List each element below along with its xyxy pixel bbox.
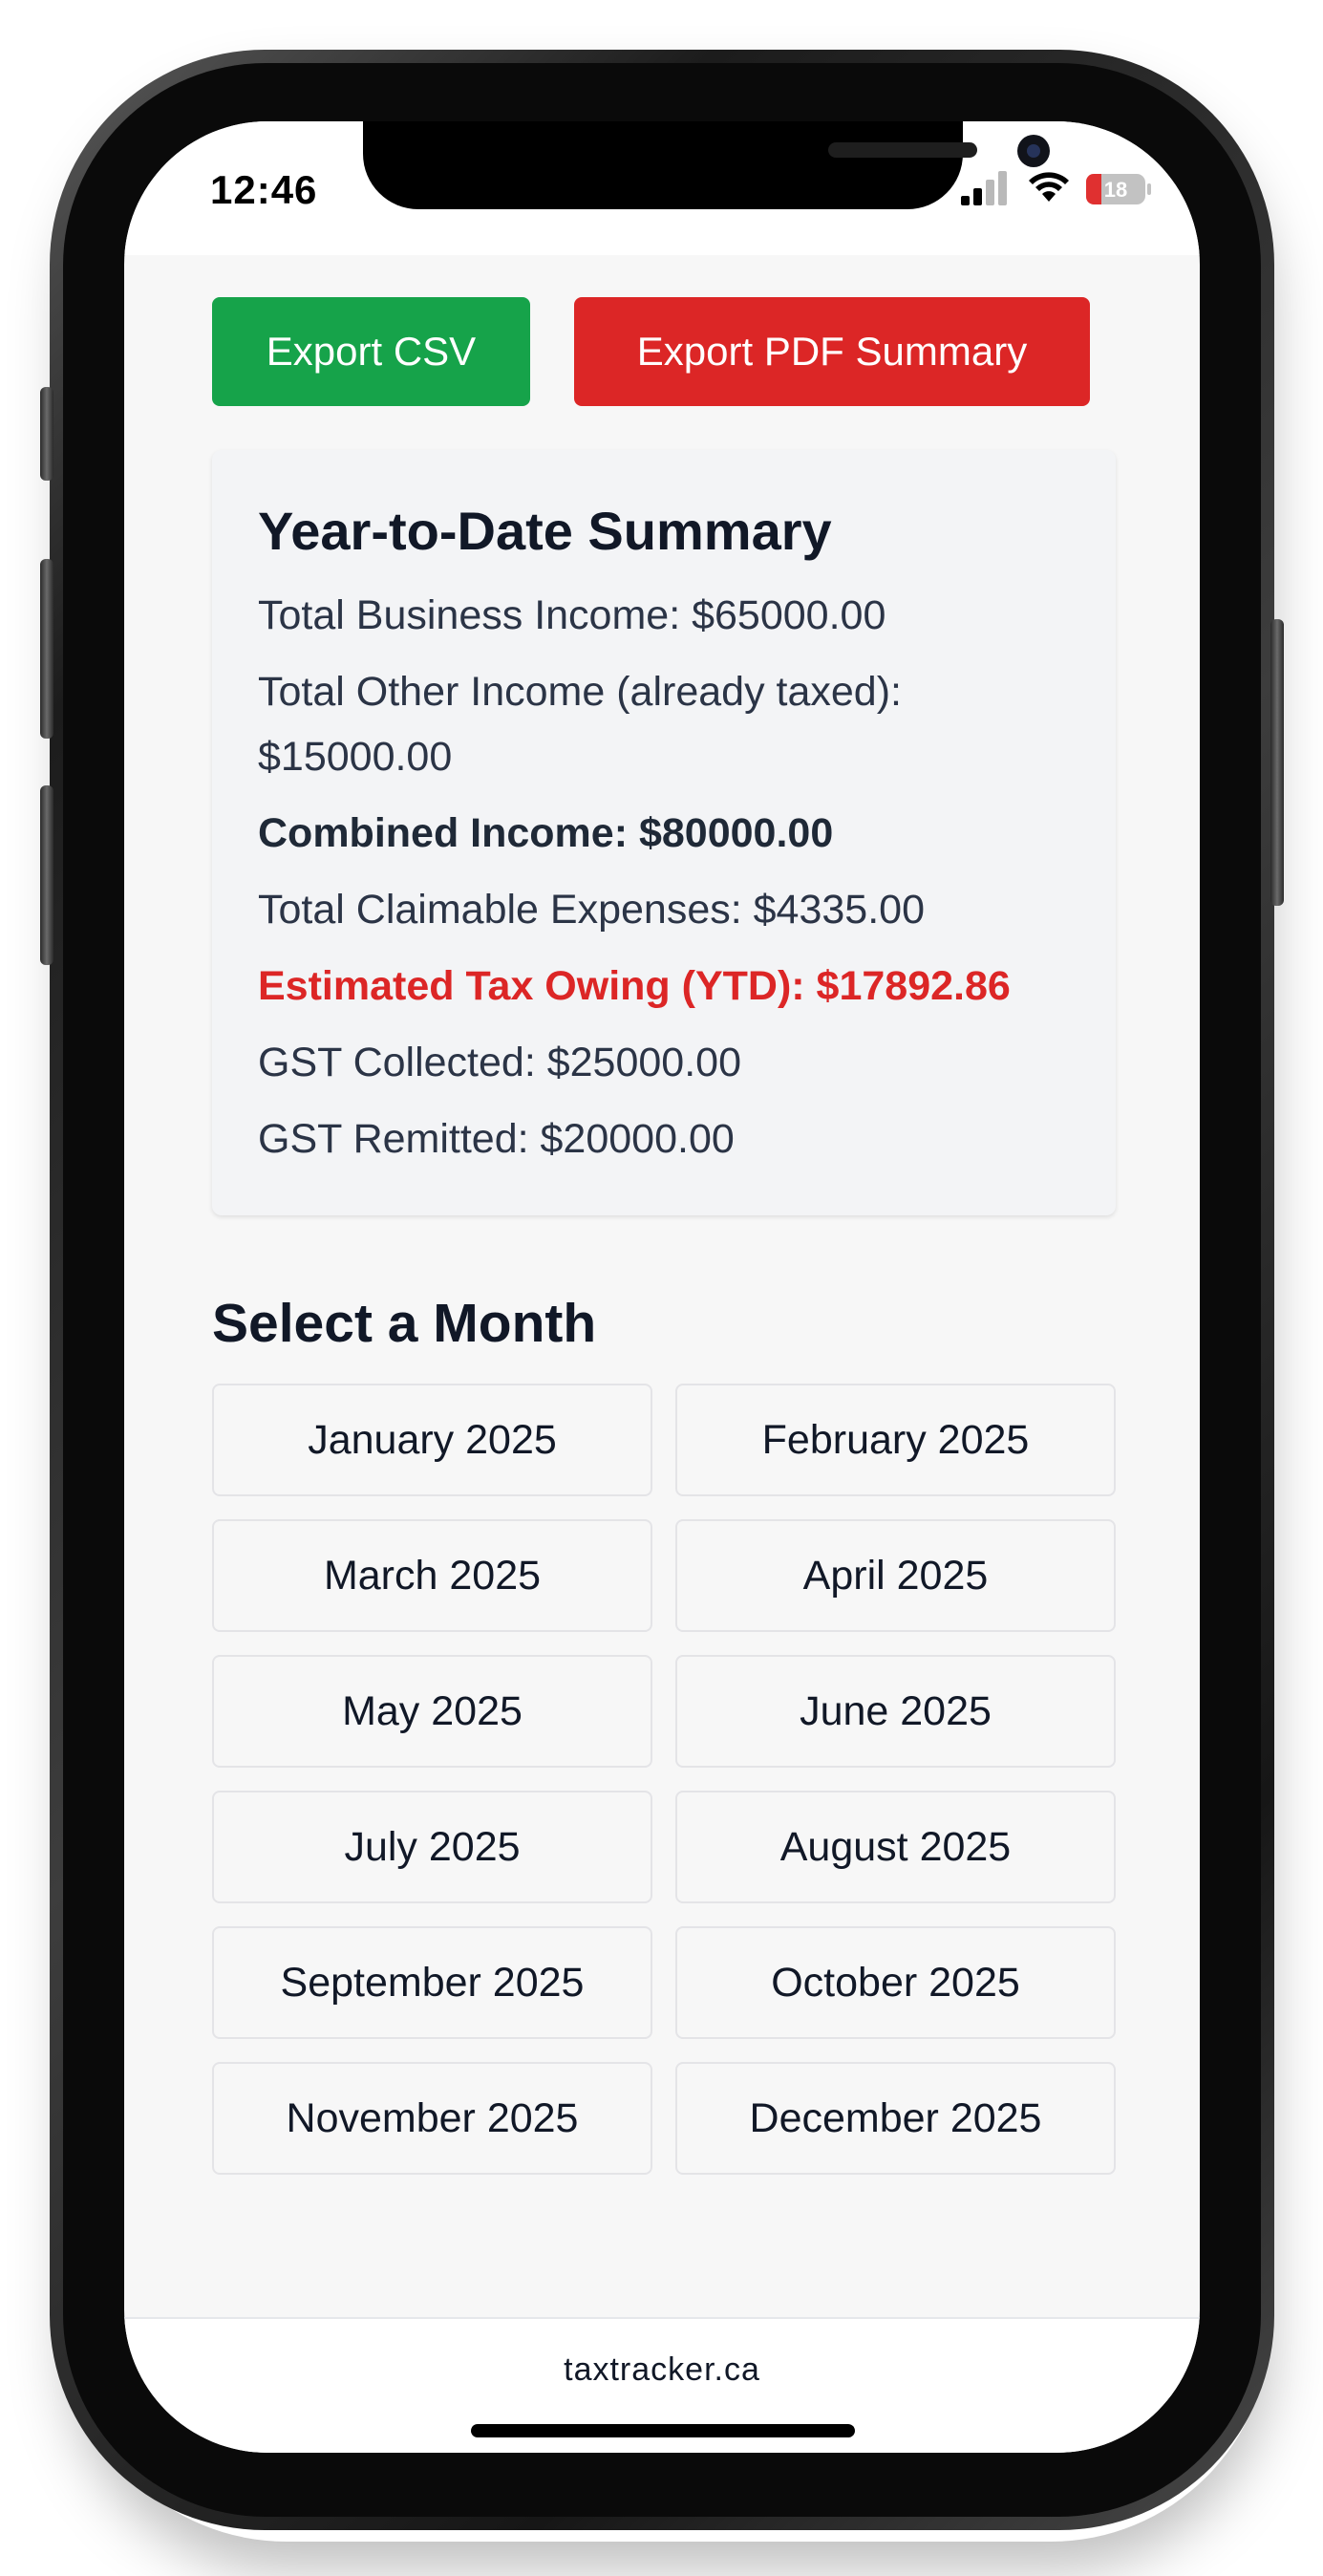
wifi-icon — [1029, 172, 1069, 202]
signal-icon — [961, 171, 1007, 205]
battery-icon: 18 — [1086, 174, 1151, 204]
power-button — [1270, 619, 1284, 906]
month-button-november[interactable]: November 2025 — [212, 2062, 652, 2175]
business-income: Total Business Income: $65000.00 — [258, 592, 886, 638]
screen: 12:46 18 Export CSV Export PDF Summary Y… — [124, 121, 1200, 2453]
month-button-october[interactable]: October 2025 — [675, 1926, 1116, 2039]
silent-switch — [40, 387, 53, 481]
month-button-april[interactable]: April 2025 — [675, 1519, 1116, 1632]
month-button-june[interactable]: June 2025 — [675, 1655, 1116, 1768]
status-time: 12:46 — [210, 167, 318, 212]
home-indicator[interactable] — [471, 2424, 855, 2437]
month-button-may[interactable]: May 2025 — [212, 1655, 652, 1768]
month-button-january[interactable]: January 2025 — [212, 1384, 652, 1496]
month-button-february[interactable]: February 2025 — [675, 1384, 1116, 1496]
export-actions: Export CSV Export PDF Summary — [212, 297, 1116, 406]
estimated-tax-owing: Estimated Tax Owing (YTD): $17892.86 — [258, 963, 1011, 1009]
month-button-july[interactable]: July 2025 — [212, 1791, 652, 1903]
month-grid: January 2025 February 2025 March 2025 Ap… — [212, 1384, 1116, 2175]
gst-remitted: GST Remitted: $20000.00 — [258, 1116, 735, 1162]
month-button-march[interactable]: March 2025 — [212, 1519, 652, 1632]
gst-collected: GST Collected: $25000.00 — [258, 1040, 741, 1085]
volume-down-button — [40, 785, 53, 965]
summary-title: Year-to-Date Summary — [258, 501, 832, 561]
battery-level: 18 — [1104, 178, 1127, 202]
front-camera — [1017, 135, 1050, 167]
other-income: Total Other Income (already taxed): $150… — [258, 669, 902, 780]
volume-up-button — [40, 559, 53, 739]
ytd-summary-card: Year-to-Date Summary Total Business Inco… — [212, 450, 1116, 1215]
footer: taxtracker.ca — [124, 2317, 1200, 2453]
combined-income: Combined Income: $80000.00 — [258, 810, 834, 856]
status-bar: 12:46 18 — [124, 121, 1200, 255]
month-button-december[interactable]: December 2025 — [675, 2062, 1116, 2175]
main-content: Export CSV Export PDF Summary Year-to-Da… — [212, 297, 1116, 2175]
month-section-title: Select a Month — [212, 1293, 597, 1354]
claimable-expenses: Total Claimable Expenses: $4335.00 — [258, 887, 925, 933]
notch — [363, 121, 1050, 209]
speaker-grille — [828, 142, 977, 158]
footer-domain[interactable]: taxtracker.ca — [124, 2351, 1200, 2389]
month-button-august[interactable]: August 2025 — [675, 1791, 1116, 1903]
export-pdf-button[interactable]: Export PDF Summary — [574, 297, 1090, 406]
month-button-september[interactable]: September 2025 — [212, 1926, 652, 2039]
export-csv-button[interactable]: Export CSV — [212, 297, 530, 406]
